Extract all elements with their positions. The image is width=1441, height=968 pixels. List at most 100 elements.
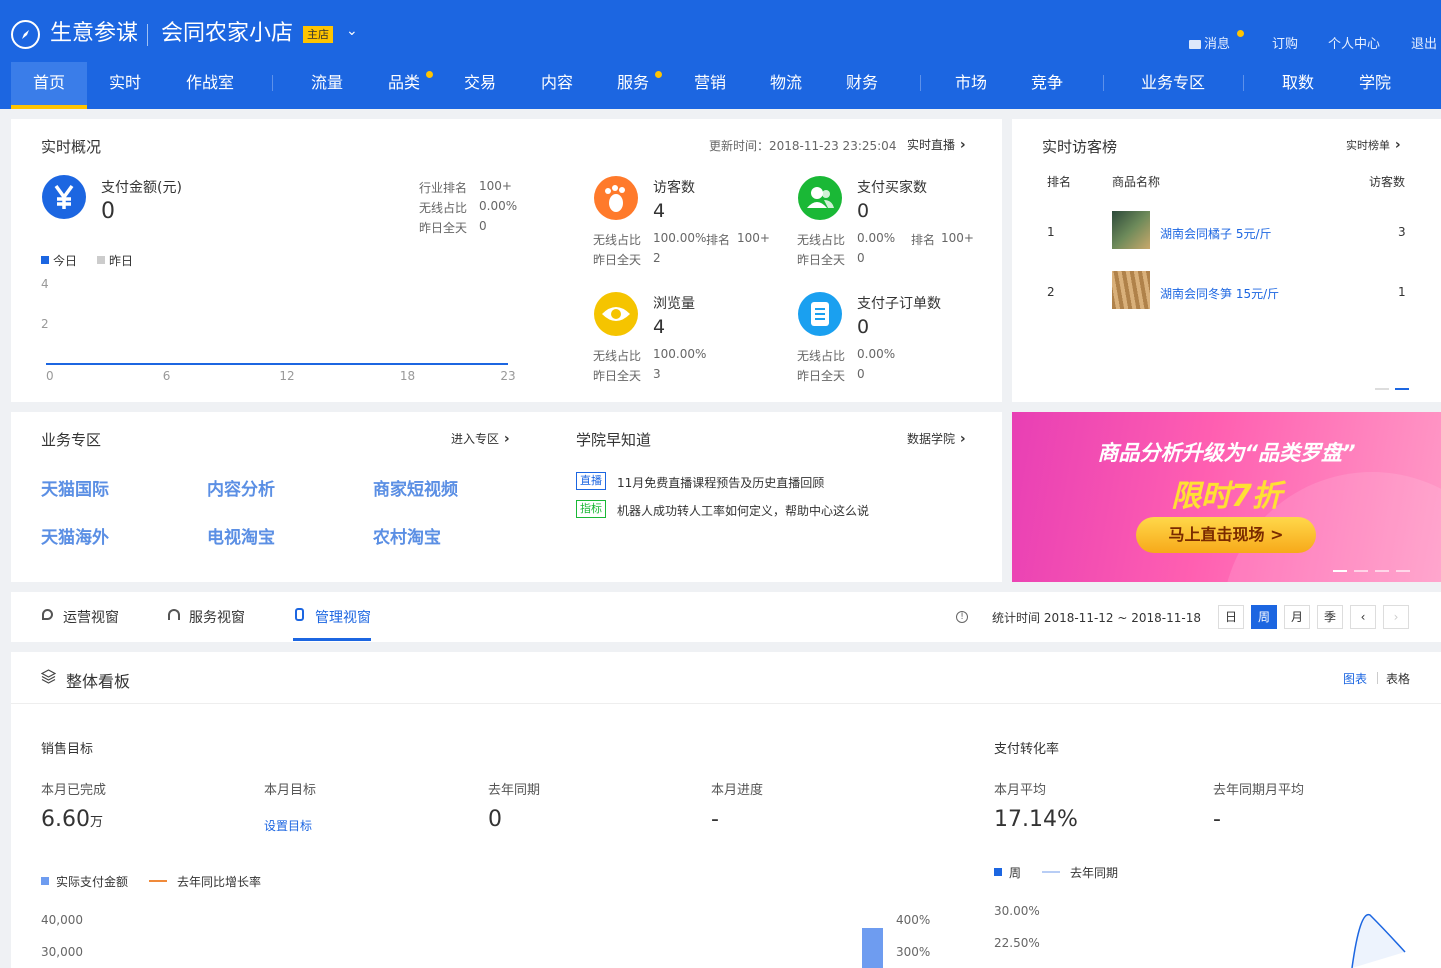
legend-week[interactable]: 周 bbox=[1009, 864, 1021, 881]
academy-link[interactable]: 数据学院 bbox=[907, 430, 966, 447]
pager-dot[interactable] bbox=[1375, 388, 1389, 390]
x-tick-label: 0 bbox=[46, 369, 54, 383]
buyers-wireless-label: 无线占比 bbox=[797, 233, 846, 247]
shop-name[interactable]: 会同农家小店 bbox=[161, 19, 293, 49]
suborders-wireless-label: 无线占比 bbox=[797, 349, 846, 363]
ranking-link[interactable]: 实时榜单 bbox=[1346, 137, 1401, 153]
nav-marketing[interactable]: 营销 bbox=[685, 62, 735, 109]
suborders-wireless-value: 0.00% bbox=[857, 347, 896, 361]
banner-pager-dot[interactable] bbox=[1375, 570, 1389, 572]
ly-month-avg-label: 去年同期月平均 bbox=[1213, 783, 1305, 798]
biz-tmall-global[interactable]: 天猫国际 bbox=[41, 475, 109, 500]
legend-last-year[interactable]: 去年同期 bbox=[1070, 864, 1118, 881]
buyers-wireless-value: 0.00% bbox=[857, 231, 896, 245]
view-table-toggle[interactable]: 表格 bbox=[1386, 670, 1410, 687]
stat-time: 统计时间 2018-11-12 ~ 2018-11-18 bbox=[992, 611, 1201, 625]
pay-amount-label: 支付金额(元) bbox=[101, 180, 182, 196]
buyers-label: 支付买家数 bbox=[857, 180, 927, 196]
suborders-label: 支付子订单数 bbox=[857, 296, 941, 312]
nav-fetch-data[interactable]: 取数 bbox=[1273, 62, 1323, 109]
visitors-rank-value: 100+ bbox=[737, 231, 770, 245]
legend-swatch-growth bbox=[149, 880, 167, 882]
top-header: 生意参谋 会同农家小店 主店 ⌄ 消息 订购 个人中心 退出 首页 实时 作战室… bbox=[0, 0, 1441, 109]
visitors-value: 4 bbox=[653, 200, 666, 222]
nav-market[interactable]: 市场 bbox=[946, 62, 996, 109]
yesterday-value: 0 bbox=[479, 219, 487, 233]
sales-target-title: 销售目标 bbox=[41, 742, 94, 757]
realtime-line-chart: 4 2 0 6 12 18 23 bbox=[41, 277, 516, 383]
biz-content-analysis[interactable]: 内容分析 bbox=[207, 475, 275, 500]
banner-discount: 限时7折 bbox=[1171, 479, 1282, 514]
bar-actual-pay[interactable] bbox=[862, 928, 883, 968]
nav-service[interactable]: 服务 bbox=[608, 62, 658, 109]
row2-product-link[interactable]: 湖南会同冬笋 15元/斤 bbox=[1160, 285, 1279, 302]
product-thumbnail[interactable] bbox=[1112, 211, 1150, 249]
pager-dot-active[interactable] bbox=[1395, 388, 1409, 390]
tab-management[interactable]: 管理视窗 bbox=[315, 607, 371, 627]
tab-operations[interactable]: 运营视窗 bbox=[63, 607, 119, 627]
banner-pager-dot[interactable] bbox=[1354, 570, 1368, 572]
nav-category[interactable]: 品类 bbox=[379, 62, 429, 109]
last-year-value: 0 bbox=[488, 807, 502, 832]
legend-actual-pay[interactable]: 实际支付金额 bbox=[56, 873, 128, 890]
news-item[interactable]: 11月免费直播课程预告及历史直播回顾 bbox=[617, 474, 824, 491]
eye-icon bbox=[594, 292, 638, 336]
legend-yesterday[interactable]: 昨日 bbox=[109, 252, 133, 269]
chevron-down-icon[interactable]: ⌄ bbox=[346, 23, 358, 39]
nav-home[interactable]: 首页 bbox=[11, 62, 87, 109]
suborders-value: 0 bbox=[857, 316, 870, 338]
prev-period-button[interactable]: ‹ bbox=[1350, 605, 1376, 629]
y-tick-label: 4 bbox=[41, 277, 49, 291]
nav-trade[interactable]: 交易 bbox=[455, 62, 505, 109]
conversion-line-chart bbox=[1351, 913, 1406, 968]
biz-tmall-overseas[interactable]: 天猫海外 bbox=[41, 523, 109, 548]
biz-tv-taobao[interactable]: 电视淘宝 bbox=[207, 523, 275, 548]
tab-service[interactable]: 服务视窗 bbox=[189, 607, 245, 627]
subscribe-link[interactable]: 订购 bbox=[1272, 33, 1298, 52]
banner-pager-dot[interactable] bbox=[1333, 570, 1347, 572]
banner-cta-button[interactable]: 马上直击现场 > bbox=[1136, 517, 1316, 553]
nav-academy[interactable]: 学院 bbox=[1350, 62, 1400, 109]
month-done-value: 6.60万 bbox=[41, 807, 103, 832]
business-link[interactable]: 进入专区 bbox=[451, 430, 510, 447]
logout-link[interactable]: 退出 bbox=[1411, 33, 1437, 52]
nav-finance[interactable]: 财务 bbox=[837, 62, 887, 109]
banner-headline: 商品分析升级为“品类罗盘” bbox=[1097, 441, 1356, 465]
nav-realtime[interactable]: 实时 bbox=[100, 62, 150, 109]
biz-short-video[interactable]: 商家短视频 bbox=[373, 475, 458, 500]
academy-title: 学院早知道 bbox=[576, 431, 652, 449]
period-month[interactable]: 月 bbox=[1284, 605, 1310, 629]
period-week[interactable]: 周 bbox=[1251, 605, 1277, 629]
col-product: 商品名称 bbox=[1112, 175, 1161, 189]
set-target-link[interactable]: 设置目标 bbox=[264, 817, 312, 834]
banner-pager-dot[interactable] bbox=[1396, 570, 1410, 572]
y2-tick: 300% bbox=[896, 945, 931, 959]
row1-product-link[interactable]: 湖南会同橘子 5元/斤 bbox=[1160, 225, 1272, 242]
pageviews-yesterday-value: 3 bbox=[653, 367, 661, 381]
info-icon[interactable]: ! bbox=[956, 611, 968, 623]
nav-competition[interactable]: 竞争 bbox=[1022, 62, 1072, 109]
visitors-wireless-value: 100.00% bbox=[653, 231, 707, 245]
next-period-button[interactable]: › bbox=[1383, 605, 1409, 629]
period-day[interactable]: 日 bbox=[1218, 605, 1244, 629]
nav-war-room[interactable]: 作战室 bbox=[180, 62, 240, 109]
biz-rural-taobao[interactable]: 农村淘宝 bbox=[373, 523, 441, 548]
brand-name[interactable]: 生意参谋 bbox=[50, 19, 138, 49]
messages-link[interactable]: 消息 bbox=[1189, 33, 1230, 52]
nav-logistics[interactable]: 物流 bbox=[761, 62, 811, 109]
pageviews-value: 4 bbox=[653, 316, 666, 338]
period-quarter[interactable]: 季 bbox=[1317, 605, 1343, 629]
product-thumbnail[interactable] bbox=[1112, 271, 1150, 309]
legend-yoy-growth[interactable]: 去年同比增长率 bbox=[177, 873, 261, 890]
nav-content[interactable]: 内容 bbox=[532, 62, 582, 109]
legend-today[interactable]: 今日 bbox=[53, 252, 77, 269]
news-item[interactable]: 机器人成功转人工率如何定义，帮助中心这么说 bbox=[617, 502, 869, 519]
toggle-divider bbox=[1377, 672, 1378, 684]
yesterday-label: 昨日全天 bbox=[419, 221, 468, 235]
nav-traffic[interactable]: 流量 bbox=[302, 62, 352, 109]
nav-business-zone[interactable]: 业务专区 bbox=[1133, 62, 1213, 109]
view-chart-toggle[interactable]: 图表 bbox=[1343, 670, 1367, 687]
compass-logo-icon[interactable] bbox=[11, 20, 40, 49]
live-link[interactable]: 实时直播 bbox=[907, 136, 966, 153]
profile-link[interactable]: 个人中心 bbox=[1328, 33, 1380, 52]
